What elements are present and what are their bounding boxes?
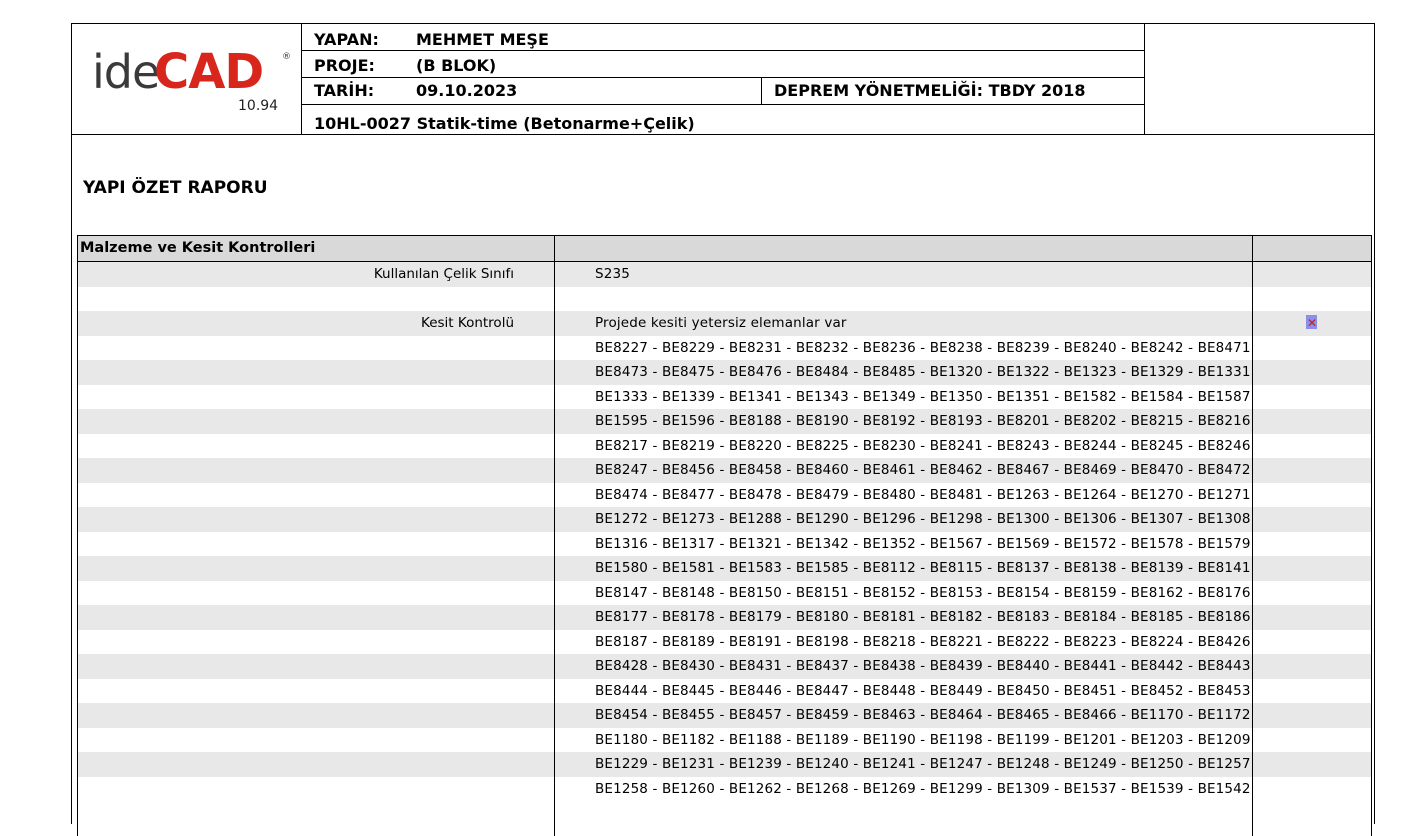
table-row: BE8247 - BE8456 - BE8458 - BE8460 - BE84…: [78, 458, 1371, 483]
row-value: BE8147 - BE8148 - BE8150 - BE8151 - BE81…: [595, 584, 1251, 601]
table-row: BE8177 - BE8178 - BE8179 - BE8180 - BE81…: [78, 605, 1371, 630]
table-row: BE8428 - BE8430 - BE8431 - BE8437 - BE84…: [78, 654, 1371, 679]
row-value: BE8454 - BE8455 - BE8457 - BE8459 - BE84…: [595, 707, 1251, 723]
summary-table: Malzeme ve Kesit Kontrolleri Kullanılan …: [77, 235, 1372, 836]
row-value: BE8247 - BE8456 - BE8458 - BE8460 - BE84…: [595, 462, 1251, 478]
row-value: BE1180 - BE1182 - BE1188 - BE1189 - BE11…: [595, 731, 1251, 748]
proje-value: (B BLOK): [416, 56, 497, 75]
row-value: BE8474 - BE8477 - BE8478 - BE8479 - BE84…: [595, 486, 1251, 503]
table-row: BE1316 - BE1317 - BE1321 - BE1342 - BE13…: [78, 532, 1371, 557]
table-row: BE1180 - BE1182 - BE1188 - BE1189 - BE11…: [78, 728, 1371, 753]
table-row: Kesit Kontrolü Projede kesiti yetersiz el…: [78, 311, 1371, 336]
row-value: BE8473 - BE8475 - BE8476 - BE8484 - BE84…: [595, 364, 1251, 380]
logo-ide-text: ide: [92, 45, 160, 99]
tarih-value: 09.10.2023: [416, 81, 518, 100]
table-row: BE8147 - BE8148 - BE8150 - BE8151 - BE81…: [78, 581, 1371, 606]
idecad-logo: ide CAD ® 10.94: [84, 46, 294, 116]
table-row: BE8217 - BE8219 - BE8220 - BE8225 - BE82…: [78, 434, 1371, 459]
logo-registered-mark: ®: [282, 52, 291, 62]
tarih-row: TARİH: 09.10.2023 DEPREM YÖNETMELİĞİ: TB…: [302, 78, 1144, 105]
row-value: BE1272 - BE1273 - BE1288 - BE1290 - BE12…: [595, 511, 1251, 527]
table-row: BE8187 - BE8189 - BE8191 - BE8198 - BE82…: [78, 630, 1371, 655]
row-value: BE1316 - BE1317 - BE1321 - BE1342 - BE13…: [595, 535, 1251, 552]
table-row: BE1258 - BE1260 - BE1262 - BE1268 - BE12…: [78, 777, 1371, 802]
table-row: BE1580 - BE1581 - BE1583 - BE1585 - BE81…: [78, 556, 1371, 581]
row-label: Kesit Kontrolü: [421, 315, 514, 331]
row-value: BE8227 - BE8229 - BE8231 - BE8232 - BE82…: [595, 339, 1251, 356]
column-divider: [554, 236, 555, 836]
table-header: Malzeme ve Kesit Kontrolleri: [78, 236, 1371, 262]
row-value: BE8187 - BE8189 - BE8191 - BE8198 - BE82…: [595, 633, 1251, 650]
logo-version: 10.94: [238, 98, 279, 114]
row-label: Kullanılan Çelik Sınıfı: [373, 266, 514, 282]
report-page: ide CAD ® 10.94 YAPAN: MEHMET MEŞE PROJE…: [71, 23, 1375, 836]
header-info: YAPAN: MEHMET MEŞE PROJE: (B BLOK) TARİH…: [302, 24, 1145, 134]
yapan-value: MEHMET MEŞE: [416, 30, 549, 49]
table-row: BE8444 - BE8445 - BE8446 - BE8447 - BE84…: [78, 679, 1371, 704]
report-header: ide CAD ® 10.94 YAPAN: MEHMET MEŞE PROJE…: [72, 24, 1374, 135]
table-row: BE8454 - BE8455 - BE8457 - BE8459 - BE84…: [78, 703, 1371, 728]
proje-row: PROJE: (B BLOK): [302, 51, 1144, 78]
proje-label: PROJE:: [314, 56, 375, 75]
table-row: BE1595 - BE1596 - BE8188 - BE8190 - BE81…: [78, 409, 1371, 434]
row-value: BE8217 - BE8219 - BE8220 - BE8225 - BE82…: [595, 437, 1251, 454]
yapan-label: YAPAN:: [314, 30, 379, 49]
logo-cad-text: CAD: [154, 44, 264, 100]
row-value: S235: [595, 266, 630, 282]
project-code: 10HL-0027 Statik-time (Betonarme+Çelik): [314, 114, 695, 133]
row-value: BE1229 - BE1231 - BE1239 - BE1240 - BE12…: [595, 756, 1251, 772]
row-value: BE1258 - BE1260 - BE1262 - BE1268 - BE12…: [595, 780, 1251, 797]
row-value: BE8428 - BE8430 - BE8431 - BE8437 - BE84…: [595, 658, 1251, 674]
row-value: BE1333 - BE1339 - BE1341 - BE1343 - BE13…: [595, 388, 1251, 405]
table-row: BE1333 - BE1339 - BE1341 - BE1343 - BE13…: [78, 385, 1371, 410]
deprem-yonetmeligi: DEPREM YÖNETMELİĞİ: TBDY 2018: [774, 81, 1086, 100]
report-title: YAPI ÖZET RAPORU: [83, 178, 268, 198]
tarih-label: TARİH:: [314, 81, 375, 100]
table-row: Kullanılan Çelik Sınıfı S235: [78, 262, 1371, 287]
row-value: BE1580 - BE1581 - BE1583 - BE1585 - BE81…: [595, 560, 1251, 576]
table-row: BE1272 - BE1273 - BE1288 - BE1290 - BE12…: [78, 507, 1371, 532]
table-row: BE8473 - BE8475 - BE8476 - BE8484 - BE84…: [78, 360, 1371, 385]
table-header-label: Malzeme ve Kesit Kontrolleri: [80, 240, 316, 256]
yapan-row: YAPAN: MEHMET MEŞE: [302, 24, 1144, 51]
table-row: BE8227 - BE8229 - BE8231 - BE8232 - BE82…: [78, 336, 1371, 361]
logo-cell: ide CAD ® 10.94: [72, 24, 302, 134]
row-value: BE8177 - BE8178 - BE8179 - BE8180 - BE81…: [595, 609, 1251, 625]
row-value: BE1595 - BE1596 - BE8188 - BE8190 - BE81…: [595, 413, 1251, 429]
table-row: BE8474 - BE8477 - BE8478 - BE8479 - BE84…: [78, 483, 1371, 508]
x-fail-icon: ✕: [1306, 315, 1318, 330]
deprem-cell: DEPREM YÖNETMELİĞİ: TBDY 2018: [761, 78, 1145, 104]
table-row: [78, 287, 1371, 312]
table-row: BE1229 - BE1231 - BE1239 - BE1240 - BE12…: [78, 752, 1371, 777]
column-divider: [1252, 236, 1253, 836]
row-value: BE8444 - BE8445 - BE8446 - BE8447 - BE84…: [595, 682, 1251, 699]
row-value: Projede kesiti yetersiz elemanlar var: [595, 315, 847, 331]
